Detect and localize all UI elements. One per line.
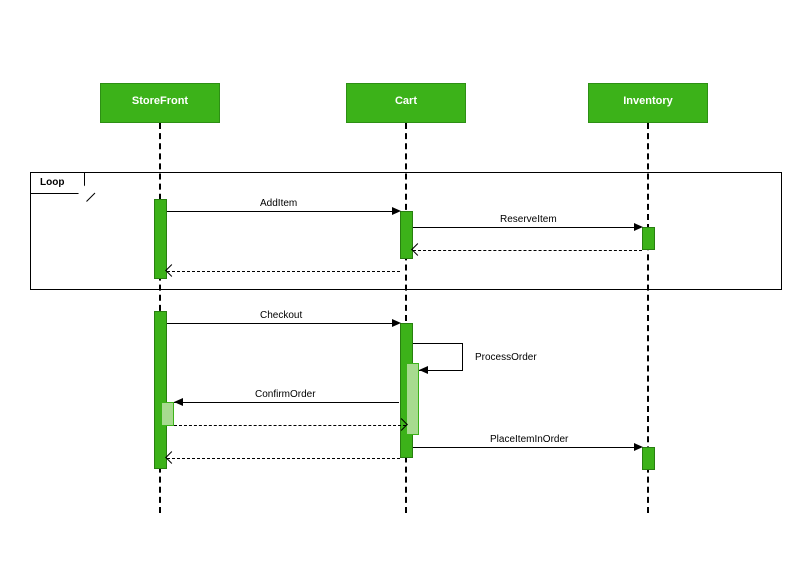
msg-processorder-top — [413, 343, 463, 344]
sequence-diagram: StoreFront Cart Inventory Loop AddItem R… — [0, 0, 812, 580]
msg-checkout-return-arrow — [165, 451, 178, 464]
actor-inventory: Inventory — [588, 83, 708, 123]
loop-label: Loop — [30, 172, 85, 194]
activation-inventory-2 — [642, 447, 655, 470]
msg-checkout-label: Checkout — [260, 310, 302, 321]
actor-cart: Cart — [346, 83, 466, 123]
msg-confirmorder-line — [174, 402, 399, 403]
actor-label: StoreFront — [132, 95, 188, 107]
activation-storefront-inner — [161, 402, 174, 426]
activation-cart-1 — [400, 211, 413, 259]
msg-processorder-side — [462, 343, 463, 370]
msg-checkout-arrow — [392, 319, 401, 327]
fragment-label-text: Loop — [40, 177, 64, 188]
msg-placeitem-label: PlaceItemInOrder — [490, 434, 568, 445]
msg-confirmorder-label: ConfirmOrder — [255, 389, 316, 400]
msg-confirmorder-return — [174, 425, 406, 426]
msg-additem-arrow — [392, 207, 401, 215]
msg-reserveitem-line — [413, 227, 635, 228]
msg-additem-return — [167, 271, 400, 272]
msg-additem-label: AddItem — [260, 198, 297, 209]
msg-additem-line — [167, 211, 393, 212]
msg-confirmorder-arrow — [174, 398, 183, 406]
actor-storefront: StoreFront — [100, 83, 220, 123]
msg-placeitem-line — [413, 447, 635, 448]
activation-storefront-2 — [154, 311, 167, 469]
actor-label: Cart — [395, 95, 417, 107]
msg-checkout-return — [167, 458, 400, 459]
msg-reserveitem-return — [413, 250, 642, 251]
actor-label: Inventory — [623, 95, 673, 107]
msg-processorder-label: ProcessOrder — [475, 352, 537, 363]
msg-reserveitem-label: ReserveItem — [500, 214, 557, 225]
msg-placeitem-arrow — [634, 443, 643, 451]
activation-inventory-1 — [642, 227, 655, 250]
msg-processorder-arrow — [419, 366, 428, 374]
msg-reserveitem-arrow — [634, 223, 643, 231]
msg-checkout-line — [167, 323, 393, 324]
activation-storefront-1 — [154, 199, 167, 279]
